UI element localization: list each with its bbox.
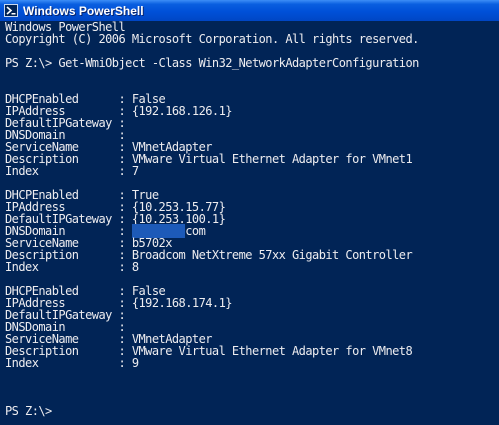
console-output-area[interactable]: Windows PowerShell Copyright (C) 2006 Mic… — [0, 21, 499, 425]
powershell-icon — [4, 4, 18, 17]
console-line: Index : 7 — [5, 164, 139, 178]
console-line: Index : 8 — [5, 260, 139, 274]
console-line: PS Z:\> Get-WmiObject -Class Win32_Netwo… — [5, 56, 419, 70]
console-line: Index : 9 — [5, 356, 139, 370]
window-title: Windows PowerShell — [23, 3, 144, 18]
console-text: Windows PowerShell Copyright (C) 2006 Mic… — [0, 21, 499, 417]
title-bar[interactable]: Windows PowerShell — [0, 0, 499, 21]
powershell-window: Windows PowerShell Windows PowerShell Cop… — [0, 0, 499, 425]
dns-domain-suffix: com — [185, 224, 206, 238]
console-line: Copyright (C) 2006 Microsoft Corporation… — [5, 32, 419, 46]
console-line: PS Z:\> — [5, 404, 52, 418]
